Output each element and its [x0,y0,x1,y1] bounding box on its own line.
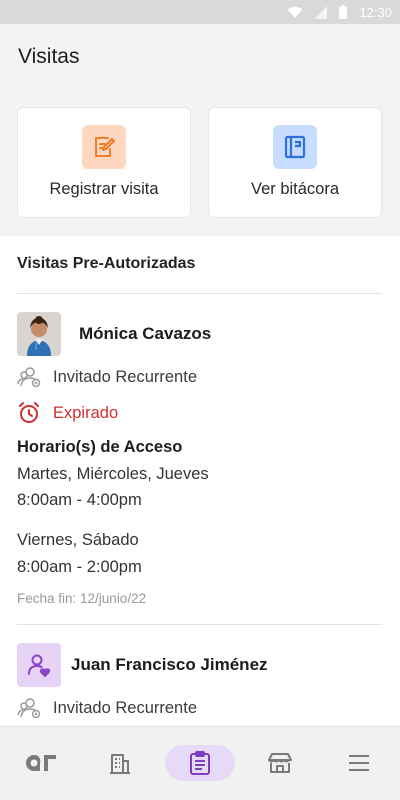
recurrent-guest-icon [17,367,41,388]
visitor-type: Invitado Recurrente [53,698,197,717]
schedule-hours: 8:00am - 4:00pm [17,491,142,509]
store-icon [268,753,292,773]
status-badge: Expirado [53,403,119,422]
status-bar: 12:30 [0,0,400,24]
schedule-days: Martes, Miércoles, Jueves [17,465,209,483]
schedule-title: Horario(s) de Acceso [17,438,183,456]
schedule-hours: 8:00am - 2:00pm [17,558,142,576]
page-title: Visitas [18,45,80,68]
register-visit-label: Registrar visita [49,180,159,198]
divider [17,624,382,625]
avatar [17,312,61,356]
logbook-icon [273,125,317,169]
nav-store[interactable] [245,745,315,781]
nav-building[interactable] [85,745,155,781]
visitor-type-row: Invitado Recurrente [17,366,197,388]
menu-icon [349,755,369,771]
quick-actions: Registrar visita Ver bitácora [0,90,400,236]
visits-list: Visitas Pre-Autorizadas Mónica Cavazos I… [0,236,400,726]
wifi-icon [287,6,303,18]
visitor-type: Invitado Recurrente [53,367,197,386]
recurrent-guest-icon [17,698,41,719]
register-visit-button[interactable]: Registrar visita [17,107,191,218]
signal-icon [315,5,328,19]
visit-card-header[interactable]: Juan Francisco Jiménez [17,643,268,687]
schedule-days: Viernes, Sábado [17,531,139,549]
visit-card-header[interactable]: Mónica Cavazos [17,312,211,356]
qr-icon [26,754,56,771]
person-favorite-icon [17,643,61,687]
status-row: Expirado [17,401,118,425]
nav-qr[interactable] [7,745,77,781]
battery-icon [339,5,348,19]
end-date: Fecha fin: 12/junio/22 [17,591,147,606]
app-bar: Visitas [0,24,400,90]
building-icon [110,754,130,774]
alarm-clock-icon [19,402,39,423]
visitor-name: Juan Francisco Jiménez [71,655,268,674]
bottom-navigation [0,726,400,800]
nav-menu[interactable] [324,745,394,781]
clipboard-icon [190,751,210,775]
visitor-name: Mónica Cavazos [79,324,212,343]
view-logbook-button[interactable]: Ver bitácora [208,107,382,218]
status-time: 12:30 [359,4,392,20]
divider [17,293,382,294]
nav-visits[interactable] [165,745,235,781]
edit-document-icon [82,125,126,169]
view-logbook-label: Ver bitácora [250,180,340,198]
visitor-type-row: Invitado Recurrente [17,697,197,719]
section-title: Visitas Pre-Autorizadas [17,255,196,272]
